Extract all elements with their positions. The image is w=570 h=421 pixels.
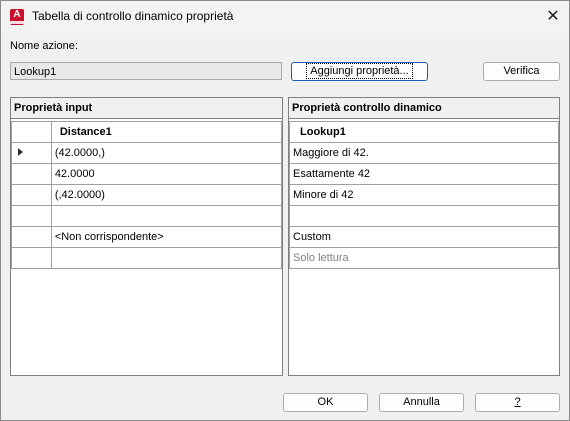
table-cell[interactable]: 42.0000 [50,163,283,185]
table-row[interactable] [11,205,283,227]
table-row[interactable]: Minore di 42 [289,184,559,206]
action-name-field[interactable]: Lookup1 [10,62,282,80]
action-name-label: Nome azione: [10,40,78,52]
table-row[interactable]: (,42.0000) [11,184,283,206]
row-selector[interactable] [11,247,52,269]
input-properties-panel: Proprietà input Distance1 (42.0000,) 42.… [10,97,283,376]
row-selector[interactable] [11,184,52,206]
table-cell[interactable]: Minore di 42 [289,184,559,206]
table-row[interactable]: 42.0000 [11,163,283,185]
current-row-arrow-icon [18,148,23,156]
column-header-lookup1[interactable]: Lookup1 [289,121,559,143]
table-cell[interactable]: Solo lettura [289,247,559,269]
verify-button[interactable]: Verifica [483,62,560,81]
table-cell[interactable]: Esattamente 42 [289,163,559,185]
lookup-properties-title: Proprietà controllo dinamico [289,98,559,119]
title-bar: A Tabella di controllo dinamico propriet… [1,1,569,33]
column-header-distance1[interactable]: Distance1 [50,121,283,143]
ok-button[interactable]: OK [283,393,368,412]
row-selector[interactable] [11,226,52,248]
grid-header-row: Distance1 [11,121,283,143]
grid-header-row: Lookup1 [289,121,559,143]
table-cell[interactable]: Custom [289,226,559,248]
autocad-app-icon: A [10,9,24,25]
table-row[interactable]: (42.0000,) [11,142,283,164]
table-cell[interactable] [50,247,283,269]
row-selector[interactable] [11,163,52,185]
table-cell[interactable] [289,205,559,227]
input-properties-grid: Distance1 (42.0000,) 42.0000 (,42.0000) … [11,121,283,269]
close-icon[interactable]: ✕ [541,6,565,28]
table-cell[interactable]: (,42.0000) [50,184,283,206]
table-row[interactable]: Custom [289,226,559,248]
lookup-properties-panel: Proprietà controllo dinamico Lookup1 Mag… [288,97,560,376]
table-row[interactable]: Solo lettura [289,247,559,269]
cancel-button[interactable]: Annulla [379,393,464,412]
help-button[interactable]: ? [475,393,560,412]
table-row[interactable] [289,205,559,227]
input-properties-title: Proprietà input [11,98,282,119]
row-selector[interactable] [11,142,52,164]
add-properties-button[interactable]: Aggiungi proprietà... [291,62,428,81]
table-row[interactable] [11,247,283,269]
table-cell[interactable]: Maggiore di 42. [289,142,559,164]
table-row[interactable]: <Non corrispondente> [11,226,283,248]
help-label: ? [514,396,521,408]
table-cell[interactable] [50,205,283,227]
row-selector-header [11,121,52,143]
add-properties-label: Aggiungi proprietà... [306,63,413,79]
table-row[interactable]: Esattamente 42 [289,163,559,185]
table-cell[interactable]: (42.0000,) [50,142,283,164]
row-selector[interactable] [11,205,52,227]
table-cell[interactable]: <Non corrispondente> [50,226,283,248]
lookup-properties-grid: Lookup1 Maggiore di 42. Esattamente 42 M… [289,121,559,269]
window-title: Tabella di controllo dinamico proprietà [32,9,234,23]
table-row[interactable]: Maggiore di 42. [289,142,559,164]
dialog-window: A Tabella di controllo dinamico propriet… [0,0,570,421]
